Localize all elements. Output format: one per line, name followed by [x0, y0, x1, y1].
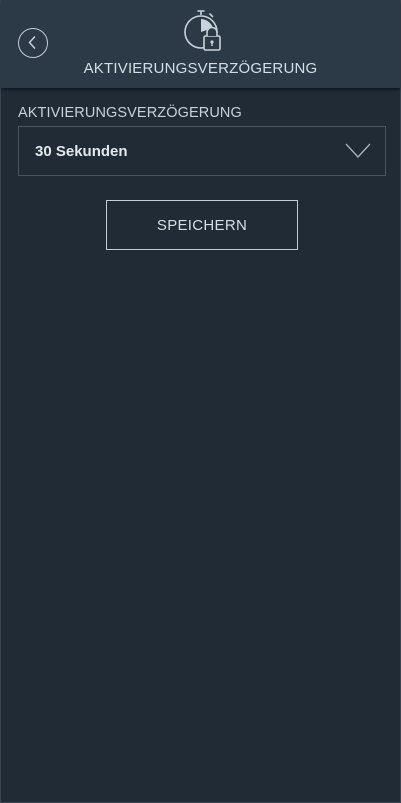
timer-lock-icon [184, 10, 221, 51]
save-button[interactable]: SPEICHERN [106, 200, 298, 250]
chevron-down-icon [345, 143, 371, 158]
delay-select-value: 30 Sekunden [35, 143, 128, 160]
back-button[interactable] [18, 28, 48, 58]
chevron-left-icon [28, 36, 36, 49]
header-bar: AKTIVIERUNGSVERZÖGERUNG [1, 0, 400, 88]
page-title: AKTIVIERUNGSVERZÖGERUNG [83, 60, 318, 77]
delay-field-label: AKTIVIERUNGSVERZÖGERUNG [18, 105, 242, 121]
delay-select[interactable]: 30 Sekunden [18, 126, 386, 176]
app-window: AKTIVIERUNGSVERZÖGERUNG AKTIVIERUNGSVERZ… [0, 0, 401, 803]
